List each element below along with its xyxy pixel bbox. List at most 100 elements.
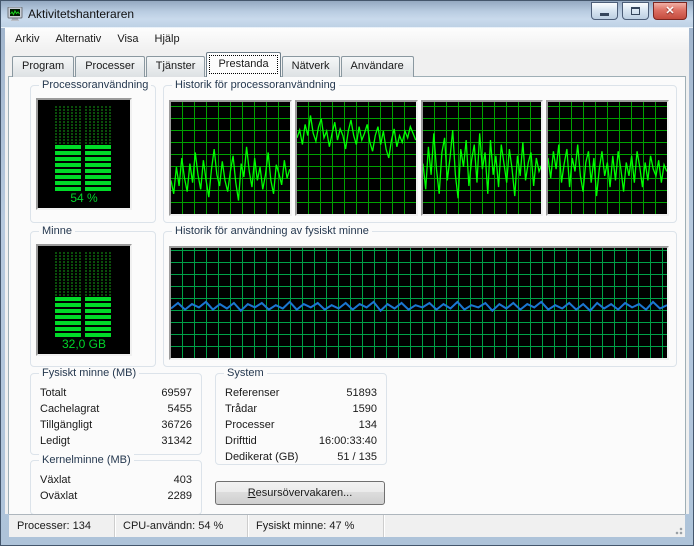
cpu-gauge-bars — [55, 105, 111, 191]
status-physical-memory: Fysiskt minne: 47 % — [248, 515, 384, 537]
memory-history-group-title: Historik för användning av fysiskt minne — [172, 225, 372, 237]
close-button[interactable]: ✕ — [653, 2, 687, 20]
close-icon: ✕ — [665, 6, 674, 17]
stat-value: 31342 — [161, 433, 192, 449]
resource-monitor-button[interactable]: Resursövervakaren... — [215, 481, 385, 505]
stat-value: 2289 — [168, 488, 192, 504]
stat-label: Tillgängligt — [40, 417, 92, 433]
menubar: Arkiv Alternativ Visa Hjälp — [5, 28, 689, 50]
table-row: Processer 134 — [225, 417, 377, 433]
stat-value: 51893 — [346, 385, 377, 401]
dialog-body: Program Processer Tjänster Prestanda Nät… — [5, 50, 689, 514]
stat-label: Totalt — [40, 385, 66, 401]
stat-label: Dedikerat (GB) — [225, 449, 298, 465]
memory-groupbox: Minne 32,0 GB — [30, 231, 156, 367]
stat-value: 36726 — [161, 417, 192, 433]
menu-alternativ[interactable]: Alternativ — [47, 30, 109, 48]
stat-label: Cachelagrat — [40, 401, 99, 417]
cpu-history-groupbox: Historik för processoranvändning — [163, 85, 677, 223]
stat-value: 134 — [359, 417, 377, 433]
system-group-title: System — [224, 367, 267, 379]
tab-anvandare[interactable]: Användare — [341, 56, 414, 77]
minimize-icon — [600, 13, 609, 16]
cpu-gauge-unlit — [55, 105, 81, 145]
kernel-memory-group-title: Kernelminne (MB) — [39, 454, 134, 466]
stat-value: 69597 — [161, 385, 192, 401]
statusbar: Processer: 134 CPU-användn: 54 % Fysiskt… — [9, 514, 685, 537]
tab-processer[interactable]: Processer — [75, 56, 145, 77]
memory-history-graph — [169, 246, 669, 360]
maximize-button[interactable] — [622, 2, 649, 20]
cpu-usage-groupbox: Processoranvändning 54 % — [30, 85, 156, 223]
memory-gauge-fill — [55, 297, 81, 337]
status-processes: Processer: 134 — [9, 515, 115, 537]
cpu-history-graph-2 — [295, 100, 418, 216]
stat-value: 5455 — [168, 401, 192, 417]
stat-label: Oväxlat — [40, 488, 77, 504]
cpu-usage-group-title: Processoranvändning — [39, 79, 151, 91]
memory-gauge-fill — [85, 297, 111, 337]
button-label: esursövervakaren... — [256, 487, 353, 499]
maximize-icon — [631, 7, 640, 15]
status-filler — [384, 515, 685, 537]
memory-history-row — [169, 246, 669, 360]
table-row: Dedikerat (GB) 51 / 135 — [225, 449, 377, 465]
cpu-usage-gauge: 54 % — [36, 98, 132, 210]
app-icon — [7, 7, 23, 21]
memory-group-title: Minne — [39, 225, 75, 237]
memory-gauge: 32,0 GB — [36, 244, 132, 356]
cpu-history-graph-3 — [421, 100, 544, 216]
stat-label: Trådar — [225, 401, 257, 417]
stat-value: 1590 — [353, 401, 377, 417]
menu-visa[interactable]: Visa — [109, 30, 146, 48]
kernel-memory-groupbox: Kernelminne (MB) Växlat403 Oväxlat2289 — [30, 460, 202, 514]
tab-strip: Program Processer Tjänster Prestanda Nät… — [5, 50, 689, 77]
table-row: Växlat 403 — [40, 472, 192, 488]
table-row: Ledigt 31342 — [40, 433, 192, 449]
cpu-history-graph-1 — [169, 100, 292, 216]
table-row: Trådar 1590 — [225, 401, 377, 417]
table-row: Oväxlat 2289 — [40, 488, 192, 504]
menu-hjalp[interactable]: Hjälp — [147, 30, 188, 48]
memory-history-groupbox: Historik för användning av fysiskt minne — [163, 231, 677, 367]
cpu-gauge-unlit — [85, 105, 111, 145]
stat-label: Ledigt — [40, 433, 70, 449]
cpu-gauge-fill — [55, 145, 81, 191]
table-row: Drifttid 16:00:33:40 — [225, 433, 377, 449]
window-title: Aktivitetshanteraren — [28, 7, 591, 21]
table-row: Referenser 51893 — [225, 385, 377, 401]
table-row: Cachelagrat 5455 — [40, 401, 192, 417]
memory-gauge-unlit — [85, 251, 111, 297]
tab-tjanster[interactable]: Tjänster — [146, 56, 206, 77]
stat-label: Växlat — [40, 472, 71, 488]
stat-value: 16:00:33:40 — [319, 433, 377, 449]
table-row: Tillgängligt 36726 — [40, 417, 192, 433]
physical-memory-group-title: Fysiskt minne (MB) — [39, 367, 139, 379]
physical-memory-groupbox: Fysiskt minne (MB) Totalt69597 Cachelagr… — [30, 373, 202, 455]
stat-label: Processer — [225, 417, 275, 433]
tab-program[interactable]: Program — [12, 56, 74, 77]
task-manager-window: Aktivitetshanteraren ✕ Arkiv Alternativ … — [0, 0, 694, 546]
stat-label: Drifttid — [225, 433, 257, 449]
stat-value: 51 / 135 — [337, 449, 377, 465]
system-groupbox: System Referenser51893 Trådar1590 Proces… — [215, 373, 387, 465]
tab-natverk[interactable]: Nätverk — [282, 56, 340, 77]
status-cpu-usage: CPU-användn: 54 % — [115, 515, 248, 537]
memory-gauge-bars — [55, 251, 111, 337]
titlebar[interactable]: Aktivitetshanteraren ✕ — [1, 1, 693, 28]
memory-usage-value: 32,0 GB — [38, 337, 130, 351]
cpu-usage-value: 54 % — [38, 191, 130, 205]
cpu-history-graph-4 — [546, 100, 669, 216]
cpu-history-group-title: Historik för processoranvändning — [172, 79, 339, 91]
cpu-gauge-fill — [85, 145, 111, 191]
stat-label: Referenser — [225, 385, 279, 401]
performance-tab-page: Processoranvändning 54 % Historik för pr… — [8, 76, 686, 514]
resize-grip[interactable] — [671, 523, 684, 536]
button-accelerator: R — [248, 487, 256, 499]
memory-gauge-unlit — [55, 251, 81, 297]
tab-prestanda[interactable]: Prestanda — [206, 52, 280, 77]
cpu-history-row — [169, 100, 669, 216]
minimize-button[interactable] — [591, 2, 618, 20]
menu-arkiv[interactable]: Arkiv — [7, 30, 47, 48]
stat-value: 403 — [174, 472, 192, 488]
